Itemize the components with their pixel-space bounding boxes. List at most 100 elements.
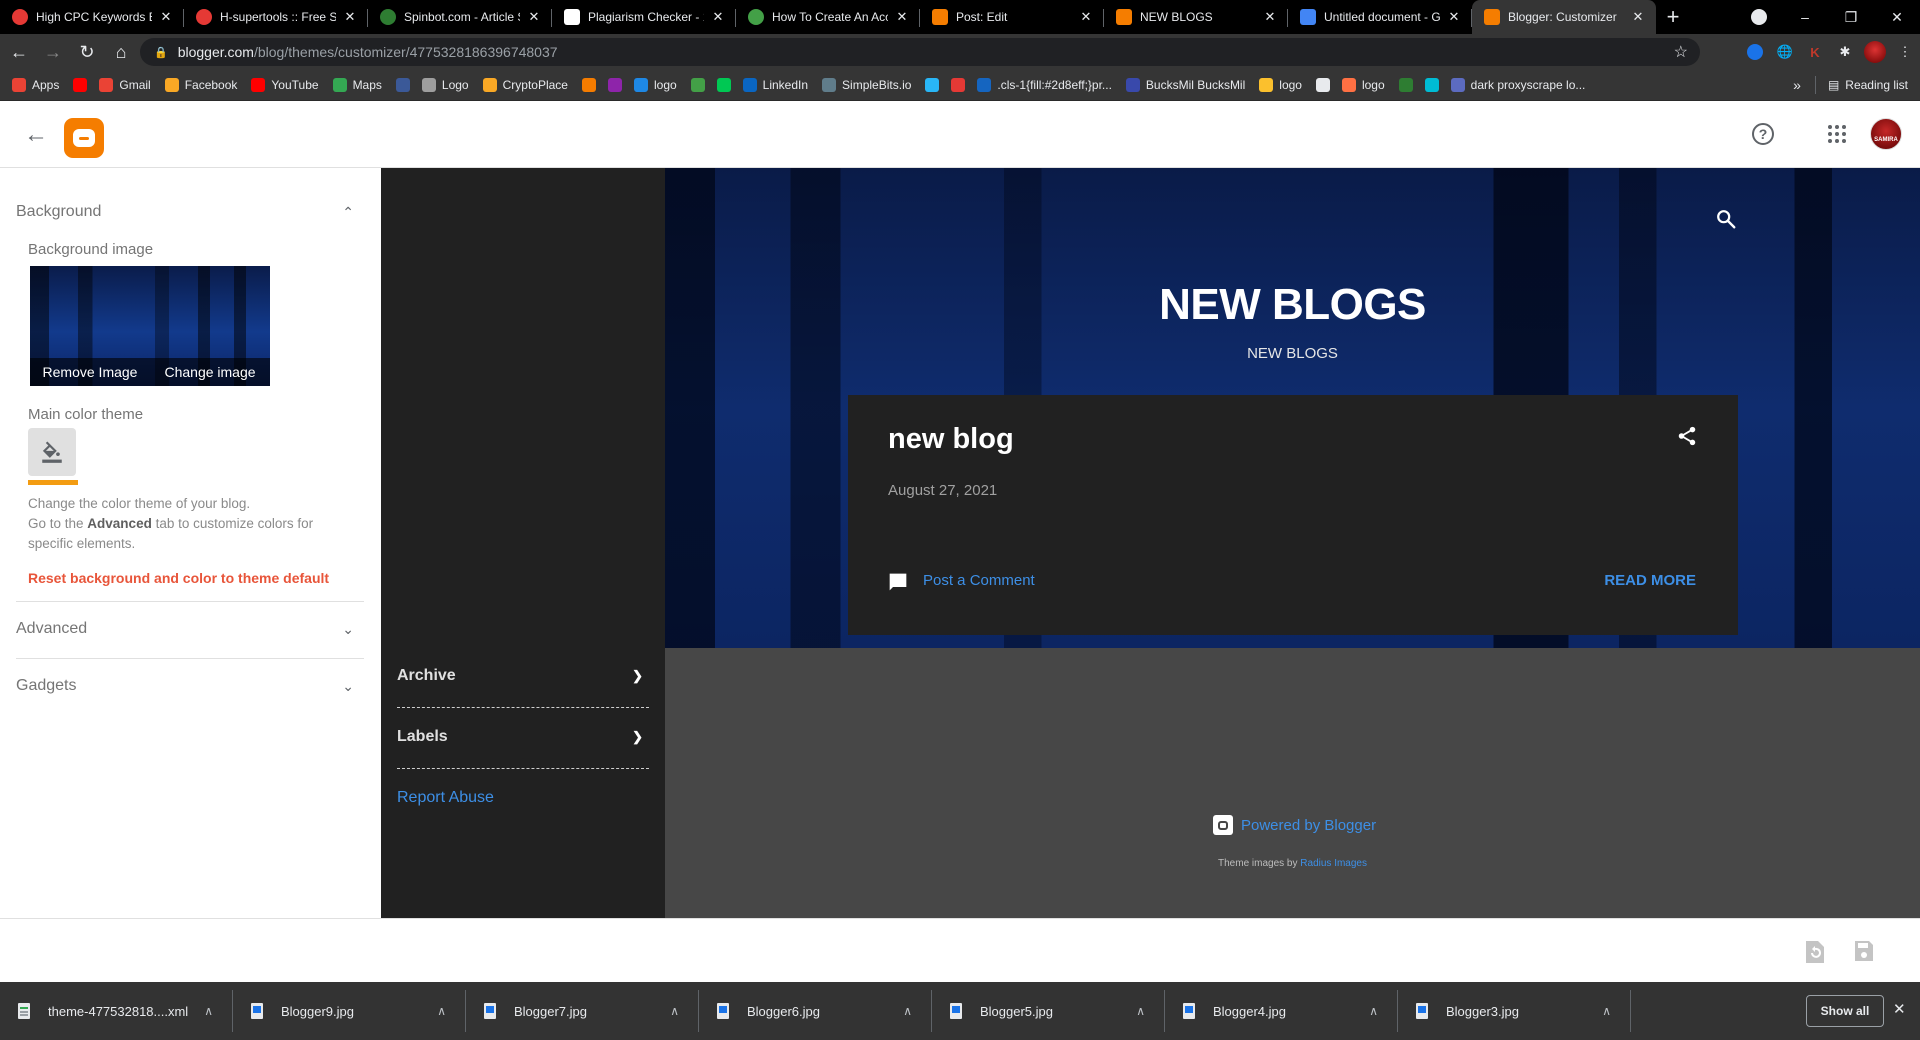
bookmark-item[interactable]: .cls-1{fill:#2d8eff;}pr... bbox=[977, 78, 1112, 92]
bookmark-item[interactable]: Gmail bbox=[99, 78, 151, 92]
radius-images-link[interactable]: Radius Images bbox=[1300, 858, 1367, 869]
report-abuse-link[interactable]: Report Abuse bbox=[397, 789, 494, 807]
bookmark-item[interactable]: Logo bbox=[421, 78, 469, 92]
browser-menu-button[interactable]: ⋮ bbox=[1890, 37, 1920, 67]
advanced-section-header[interactable]: Advanced ⌄ bbox=[16, 617, 362, 641]
change-image-button[interactable]: Change image bbox=[150, 358, 270, 386]
bookmark-item[interactable] bbox=[1398, 78, 1413, 92]
bookmark-item[interactable]: YouTube bbox=[251, 78, 319, 92]
close-tab-icon[interactable]: ✕ bbox=[1630, 9, 1646, 25]
browser-tab[interactable]: Untitled document - G ✕ bbox=[1288, 0, 1472, 34]
back-arrow-icon[interactable]: ← bbox=[24, 121, 48, 149]
bookmark-item[interactable] bbox=[1424, 78, 1439, 92]
download-item[interactable]: Blogger6.jpg ∧ bbox=[699, 982, 932, 1040]
browser-tab[interactable]: Blogger: Customizer ✕ bbox=[1472, 0, 1656, 34]
bookmark-item[interactable] bbox=[1315, 78, 1330, 92]
download-options-caret-icon[interactable]: ∧ bbox=[1602, 1004, 1611, 1018]
bookmarks-overflow-button[interactable]: » bbox=[1793, 77, 1801, 93]
close-window-button[interactable]: ✕ bbox=[1874, 0, 1920, 34]
powered-by-blogger-link[interactable]: Powered by Blogger bbox=[1213, 815, 1376, 835]
close-tab-icon[interactable]: ✕ bbox=[894, 9, 910, 25]
remove-image-button[interactable]: Remove Image bbox=[30, 358, 150, 386]
browser-tab[interactable]: NEW BLOGS ✕ bbox=[1104, 0, 1288, 34]
download-options-caret-icon[interactable]: ∧ bbox=[903, 1004, 912, 1018]
browser-tab[interactable]: High CPC Keywords Ex ✕ bbox=[0, 0, 184, 34]
bookmark-item[interactable]: logo bbox=[1341, 78, 1385, 92]
bookmark-item[interactable]: SimpleBits.io bbox=[822, 78, 911, 92]
browser-tab[interactable]: Plagiarism Checker - 1 ✕ bbox=[552, 0, 736, 34]
close-tab-icon[interactable]: ✕ bbox=[1262, 9, 1278, 25]
forward-button[interactable]: → bbox=[38, 37, 68, 67]
back-button[interactable]: ← bbox=[4, 37, 34, 67]
bookmark-item[interactable]: logo bbox=[1259, 78, 1302, 92]
new-tab-button[interactable]: + bbox=[1656, 0, 1690, 34]
minimize-button[interactable]: – bbox=[1782, 0, 1828, 34]
color-theme-swatch[interactable] bbox=[28, 428, 76, 476]
extensions-puzzle-button[interactable]: ✱ bbox=[1830, 37, 1860, 67]
download-options-caret-icon[interactable]: ∧ bbox=[204, 1004, 213, 1018]
close-tab-icon[interactable]: ✕ bbox=[158, 9, 174, 25]
archive-widget[interactable]: Archive ❯ bbox=[397, 661, 649, 691]
google-apps-icon[interactable] bbox=[1828, 125, 1846, 143]
gadgets-section-header[interactable]: Gadgets ⌄ bbox=[16, 674, 362, 698]
blog-title[interactable]: NEW BLOGS bbox=[665, 280, 1920, 330]
post-comment-link[interactable]: Post a Comment bbox=[923, 572, 1035, 589]
bookmark-item[interactable] bbox=[607, 78, 622, 92]
reading-list-button[interactable]: Reading list bbox=[1845, 78, 1908, 92]
close-tab-icon[interactable]: ✕ bbox=[526, 9, 542, 25]
blogger-logo[interactable] bbox=[64, 118, 104, 158]
browser-tab[interactable]: H-supertools :: Free SE ✕ bbox=[184, 0, 368, 34]
help-icon[interactable]: ? bbox=[1752, 123, 1774, 145]
user-avatar[interactable]: SAMIRA bbox=[1870, 118, 1902, 150]
download-item[interactable]: Blogger5.jpg ∧ bbox=[932, 982, 1165, 1040]
address-bar[interactable]: 🔒 blogger.com /blog/themes/customizer/47… bbox=[140, 38, 1700, 66]
revert-icon[interactable] bbox=[1806, 941, 1824, 963]
download-item[interactable]: theme-477532818....xml ∧ bbox=[0, 982, 233, 1040]
extension-globe-button[interactable]: 🌐 bbox=[1770, 37, 1800, 67]
bookmark-item[interactable] bbox=[690, 78, 705, 92]
bookmark-item[interactable]: CryptoPlace bbox=[482, 78, 568, 92]
save-icon[interactable] bbox=[1855, 941, 1873, 961]
bookmark-item[interactable] bbox=[73, 78, 88, 92]
read-more-link[interactable]: READ MORE bbox=[1604, 572, 1696, 589]
close-tab-icon[interactable]: ✕ bbox=[1078, 9, 1094, 25]
bookmark-item[interactable]: logo bbox=[633, 78, 677, 92]
download-item[interactable]: Blogger9.jpg ∧ bbox=[233, 982, 466, 1040]
download-item[interactable]: Blogger3.jpg ∧ bbox=[1398, 982, 1631, 1040]
share-icon[interactable] bbox=[1676, 425, 1698, 447]
close-tab-icon[interactable]: ✕ bbox=[710, 9, 726, 25]
bookmark-star-icon[interactable]: ☆ bbox=[1674, 42, 1688, 62]
bookmark-item[interactable] bbox=[951, 78, 966, 92]
extension-k-button[interactable]: K bbox=[1800, 37, 1830, 67]
tab-search-button[interactable] bbox=[1736, 0, 1782, 34]
download-options-caret-icon[interactable]: ∧ bbox=[1369, 1004, 1378, 1018]
download-options-caret-icon[interactable]: ∧ bbox=[670, 1004, 679, 1018]
post-title[interactable]: new blog bbox=[888, 423, 1014, 456]
close-tab-icon[interactable]: ✕ bbox=[342, 9, 358, 25]
browser-tab[interactable]: Post: Edit ✕ bbox=[920, 0, 1104, 34]
bookmark-item[interactable]: Maps bbox=[332, 78, 382, 92]
close-shelf-icon[interactable]: ✕ bbox=[1893, 1000, 1906, 1018]
background-section-header[interactable]: Background ⌃ bbox=[16, 200, 362, 224]
bookmark-item[interactable]: Facebook bbox=[164, 78, 237, 92]
bookmark-item[interactable]: BucksMil BucksMil bbox=[1125, 78, 1245, 92]
download-item[interactable]: Blogger4.jpg ∧ bbox=[1165, 982, 1398, 1040]
reset-theme-link[interactable]: Reset background and color to theme defa… bbox=[28, 570, 329, 586]
bookmark-item[interactable]: Apps bbox=[12, 78, 59, 92]
bookmark-item[interactable] bbox=[581, 78, 596, 92]
restore-button[interactable]: ❐ bbox=[1828, 0, 1874, 34]
close-tab-icon[interactable]: ✕ bbox=[1446, 9, 1462, 25]
extension-bookmark-button[interactable] bbox=[1740, 37, 1770, 67]
browser-tab[interactable]: Spinbot.com - Article S ✕ bbox=[368, 0, 552, 34]
home-button[interactable]: ⌂ bbox=[106, 37, 136, 67]
labels-widget[interactable]: Labels ❯ bbox=[397, 722, 649, 752]
download-item[interactable]: Blogger7.jpg ∧ bbox=[466, 982, 699, 1040]
bookmark-item[interactable] bbox=[925, 78, 940, 92]
bookmark-item[interactable] bbox=[716, 78, 731, 92]
profile-button[interactable] bbox=[1860, 37, 1890, 67]
reload-button[interactable]: ↻ bbox=[72, 37, 102, 67]
download-options-caret-icon[interactable]: ∧ bbox=[1136, 1004, 1145, 1018]
download-options-caret-icon[interactable]: ∧ bbox=[437, 1004, 446, 1018]
bookmark-item[interactable]: LinkedIn bbox=[742, 78, 808, 92]
bookmark-item[interactable]: dark proxyscrape lo... bbox=[1450, 78, 1585, 92]
